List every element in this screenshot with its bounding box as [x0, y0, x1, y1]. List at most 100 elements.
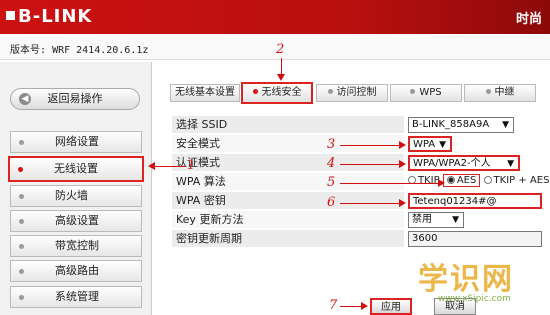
radio-tkip-aes[interactable] [483, 176, 492, 184]
bullet-icon [252, 89, 258, 94]
sidebar-item-network[interactable]: 网络设置 [10, 131, 142, 153]
version-text: 版本号: WRF 2414.20.6.1z [10, 41, 148, 56]
header-bar: B-LINK 时尚 [0, 0, 550, 34]
arrow-left-icon [148, 162, 155, 170]
watermark-url: www.xSipic.com [438, 294, 511, 304]
version-value: WRF 2414.20.6.1z [52, 45, 149, 56]
wpa-algorithm-options: TKIP AES TKIP + AES [408, 174, 549, 187]
tab-wireless-security[interactable]: 无线安全 [241, 82, 313, 104]
version-label: 版本号: [10, 45, 47, 56]
tab-label: 访问控制 [336, 87, 377, 98]
wpa-key-label: WPA 密钥 [172, 192, 404, 209]
ssid-select[interactable]: B-LINK_858A9A ▼ [408, 117, 514, 133]
caret-down-icon: ▼ [439, 140, 446, 150]
annotation-6: 6 [327, 195, 336, 210]
security-mode-select[interactable]: WPA ▼ [408, 136, 452, 152]
row-ssid: 选择 SSID B-LINK_858A9A ▼ [172, 116, 550, 133]
wpa-key-value: Tetenq01234#@ [413, 196, 497, 207]
back-label: 返回易操作 [47, 92, 103, 105]
security-mode-label: 安全模式 [172, 135, 404, 152]
annotation-6-line [340, 203, 401, 204]
auth-mode-select[interactable]: WPA/WPA2-个人 ▼ [408, 155, 520, 171]
annotation-4-line [340, 164, 401, 165]
tab-access-control[interactable]: 访问控制 [316, 84, 388, 102]
bullet-icon [18, 167, 23, 172]
caret-down-icon: ▼ [452, 215, 459, 225]
auth-mode-label: 认证模式 [172, 154, 404, 171]
annotation-5-line [340, 183, 440, 184]
sidebar-item-label: 防火墙 [55, 189, 88, 202]
bullet-icon [19, 140, 24, 145]
arrow-down-icon [277, 74, 285, 81]
key-period-label: 密钥更新周期 [172, 230, 404, 247]
key-update-label: Key 更新方法 [172, 211, 404, 228]
apply-button[interactable]: 应用 [370, 298, 412, 315]
bullet-icon [19, 244, 24, 249]
tab-label: 中继 [494, 87, 515, 98]
tab-label: WPS [419, 87, 442, 98]
wpa-algorithm-label: WPA 算法 [172, 173, 404, 190]
arrow-right-icon [399, 141, 406, 149]
row-wpa-algorithm: WPA 算法 TKIP AES TKIP + AES [172, 173, 550, 190]
annotation-4: 4 [327, 156, 336, 171]
key-period-input[interactable]: 3600 [408, 231, 542, 247]
apply-label: 应用 [381, 302, 401, 313]
sidebar-item-advanced[interactable]: 高级设置 [10, 210, 142, 232]
radio-aes[interactable] [446, 176, 455, 184]
version-bar: 版本号: WRF 2414.20.6.1z [0, 34, 550, 60]
arrow-right-icon [361, 302, 368, 310]
wpa-key-input[interactable]: Tetenq01234#@ [408, 193, 542, 209]
sidebar-item-routing[interactable]: 高级路由 [10, 260, 142, 282]
tkip-aes-label: TKIP + AES [493, 175, 550, 186]
header-right-text: 时尚 [515, 12, 542, 27]
brand-text: B-LINK [18, 6, 93, 27]
annotation-1-line [155, 166, 185, 167]
ssid-label: 选择 SSID [172, 116, 404, 133]
sidebar-item-label: 无线设置 [54, 162, 98, 175]
sidebar-item-wireless[interactable]: 无线设置 [8, 156, 144, 182]
bullet-icon [19, 194, 24, 199]
sidebar-item-label: 高级路由 [55, 264, 99, 277]
watermark: 学识网 [418, 262, 514, 297]
row-wpa-key: WPA 密钥 Tetenq01234#@ [172, 192, 550, 209]
row-security-mode: 安全模式 WPA ▼ [172, 135, 550, 152]
key-update-value: 禁用 [412, 214, 432, 225]
key-update-select[interactable]: 禁用 ▼ [408, 212, 464, 228]
tab-label: 无线安全 [261, 87, 302, 98]
annotation-3: 3 [327, 137, 336, 152]
bullet-icon [410, 89, 416, 94]
security-mode-value: WPA [413, 139, 436, 150]
sidebar-item-label: 网络设置 [55, 135, 99, 148]
aes-label: AES [456, 175, 477, 186]
tab-label: 无线基本设置 [175, 87, 235, 98]
arrow-right-icon [399, 160, 406, 168]
row-key-period: 密钥更新周期 3600 [172, 230, 550, 247]
annotation-3-line [340, 145, 401, 146]
bullet-icon [327, 89, 333, 94]
auth-mode-value: WPA/WPA2-个人 [413, 158, 491, 169]
arrow-right-icon [399, 199, 406, 207]
back-to-easy-button[interactable]: ◀ 返回易操作 [10, 88, 140, 110]
annotation-2: 2 [276, 42, 285, 57]
annotation-5: 5 [327, 175, 336, 190]
sidebar: ◀ 返回易操作 网络设置 无线设置 防火墙 高级设置 带宽控制 高级路由 系统管… [0, 62, 152, 315]
sidebar-item-firewall[interactable]: 防火墙 [10, 185, 142, 207]
tab-repeater[interactable]: 中继 [464, 84, 536, 102]
row-key-update: Key 更新方法 禁用 ▼ [172, 211, 550, 228]
bullet-icon [19, 219, 24, 224]
annotation-1: 1 [187, 158, 196, 173]
caret-down-icon: ▼ [507, 159, 514, 169]
sidebar-item-label: 带宽控制 [55, 239, 99, 252]
tab-wireless-basic[interactable]: 无线基本设置 [170, 84, 240, 102]
sidebar-item-label: 系统管理 [55, 290, 99, 303]
logo-square-icon [6, 11, 15, 20]
sidebar-item-system[interactable]: 系统管理 [10, 286, 142, 308]
tab-wps[interactable]: WPS [390, 84, 462, 102]
tkip-label: TKIP [418, 175, 440, 186]
caret-down-icon: ▼ [502, 120, 509, 130]
arrow-right-icon [438, 179, 445, 187]
sidebar-item-bandwidth[interactable]: 带宽控制 [10, 235, 142, 257]
key-period-value: 3600 [412, 233, 438, 244]
bullet-icon [485, 89, 491, 94]
back-arrow-icon: ◀ [19, 93, 31, 105]
